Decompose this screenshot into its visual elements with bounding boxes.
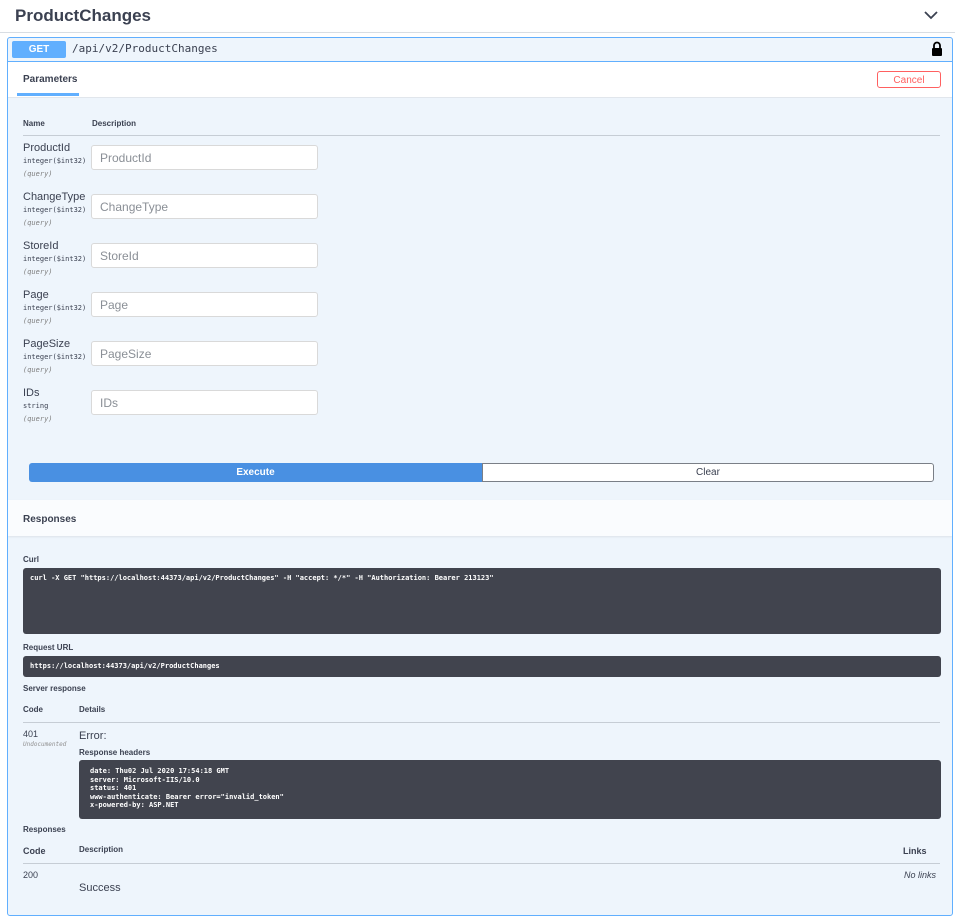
- request-url-label: Request URL: [23, 643, 74, 652]
- parameter-type: integer($int32): [23, 255, 87, 263]
- request-url: https://localhost:44373/api/v2/ProductCh…: [30, 662, 220, 670]
- storeid-input[interactable]: [91, 243, 318, 268]
- column-header-code: Code: [23, 705, 43, 714]
- curl-label: Curl: [23, 555, 39, 564]
- tab-parameters[interactable]: Parameters: [17, 62, 83, 93]
- parameter-type: integer($int32): [23, 157, 87, 165]
- parameters-tabbar: Parameters Cancel: [8, 62, 952, 98]
- operation-block: GET /api/v2/ProductChanges Parameters Ca…: [7, 37, 953, 916]
- column-header-links: Links: [903, 846, 927, 856]
- column-header-name: Name: [23, 119, 45, 128]
- clear-button[interactable]: Clear: [482, 463, 934, 482]
- response-code: 200: [23, 870, 39, 880]
- parameter-location: (query): [23, 415, 53, 423]
- request-url-block[interactable]: https://localhost:44373/api/v2/ProductCh…: [23, 656, 941, 677]
- changetype-input[interactable]: [91, 194, 318, 219]
- section-header[interactable]: ProductChanges: [0, 0, 955, 33]
- error-text: Error:: [79, 730, 107, 742]
- curl-command: curl -X GET "https://localhost:44373/api…: [30, 574, 494, 582]
- server-response-label: Server response: [23, 684, 86, 693]
- parameter-name: IDs: [23, 387, 40, 399]
- productid-input[interactable]: [91, 145, 318, 170]
- documented-responses-label: Responses: [23, 825, 66, 834]
- parameter-location: (query): [23, 219, 53, 227]
- divider: [23, 722, 940, 723]
- response-links: No links: [904, 870, 937, 880]
- parameter-name: PageSize: [23, 338, 71, 350]
- execute-button[interactable]: Execute: [29, 463, 482, 482]
- parameter-location: (query): [23, 170, 53, 178]
- parameter-name: ChangeType: [23, 191, 86, 203]
- chevron-down-icon[interactable]: [922, 8, 940, 22]
- lock-icon[interactable]: [931, 41, 943, 57]
- parameter-type: string: [23, 402, 49, 410]
- parameter-name: StoreId: [23, 240, 59, 252]
- parameter-location: (query): [23, 366, 53, 374]
- page-input[interactable]: [91, 292, 318, 317]
- parameter-type: integer($int32): [23, 304, 87, 312]
- responses-title: Responses: [23, 514, 77, 525]
- cancel-button[interactable]: Cancel: [877, 71, 941, 88]
- column-header-description: Description: [92, 119, 137, 128]
- parameter-type: integer($int32): [23, 353, 87, 361]
- operation-path: /api/v2/ProductChanges: [72, 42, 218, 55]
- operation-summary[interactable]: GET /api/v2/ProductChanges: [8, 38, 952, 62]
- divider: [23, 863, 940, 864]
- pagesize-input[interactable]: [91, 341, 318, 366]
- column-header-details: Details: [79, 705, 106, 714]
- response-description: Success: [79, 882, 121, 894]
- parameter-location: (query): [23, 317, 53, 325]
- parameter-name: ProductId: [23, 142, 71, 154]
- responses-header: Responses: [8, 500, 952, 536]
- parameter-type: integer($int32): [23, 206, 87, 214]
- curl-code-block[interactable]: curl -X GET "https://localhost:44373/api…: [23, 568, 941, 634]
- column-header-code: Code: [23, 846, 46, 856]
- section-title: ProductChanges: [15, 6, 152, 25]
- method-badge: GET: [12, 41, 66, 58]
- response-headers-label: Response headers: [79, 748, 151, 757]
- response-code: 401: [23, 729, 39, 739]
- response-headers-block[interactable]: date: Thu02 Jul 2020 17:54:18 GMT server…: [79, 760, 941, 819]
- parameter-name: Page: [23, 289, 49, 301]
- response-headers-text: date: Thu02 Jul 2020 17:54:18 GMT server…: [90, 767, 284, 810]
- parameter-location: (query): [23, 268, 53, 276]
- undocumented-note: Undocumented: [23, 741, 67, 748]
- ids-input[interactable]: [91, 390, 318, 415]
- tab-underline: [17, 93, 79, 96]
- divider: [23, 135, 940, 136]
- column-header-description: Description: [79, 845, 124, 854]
